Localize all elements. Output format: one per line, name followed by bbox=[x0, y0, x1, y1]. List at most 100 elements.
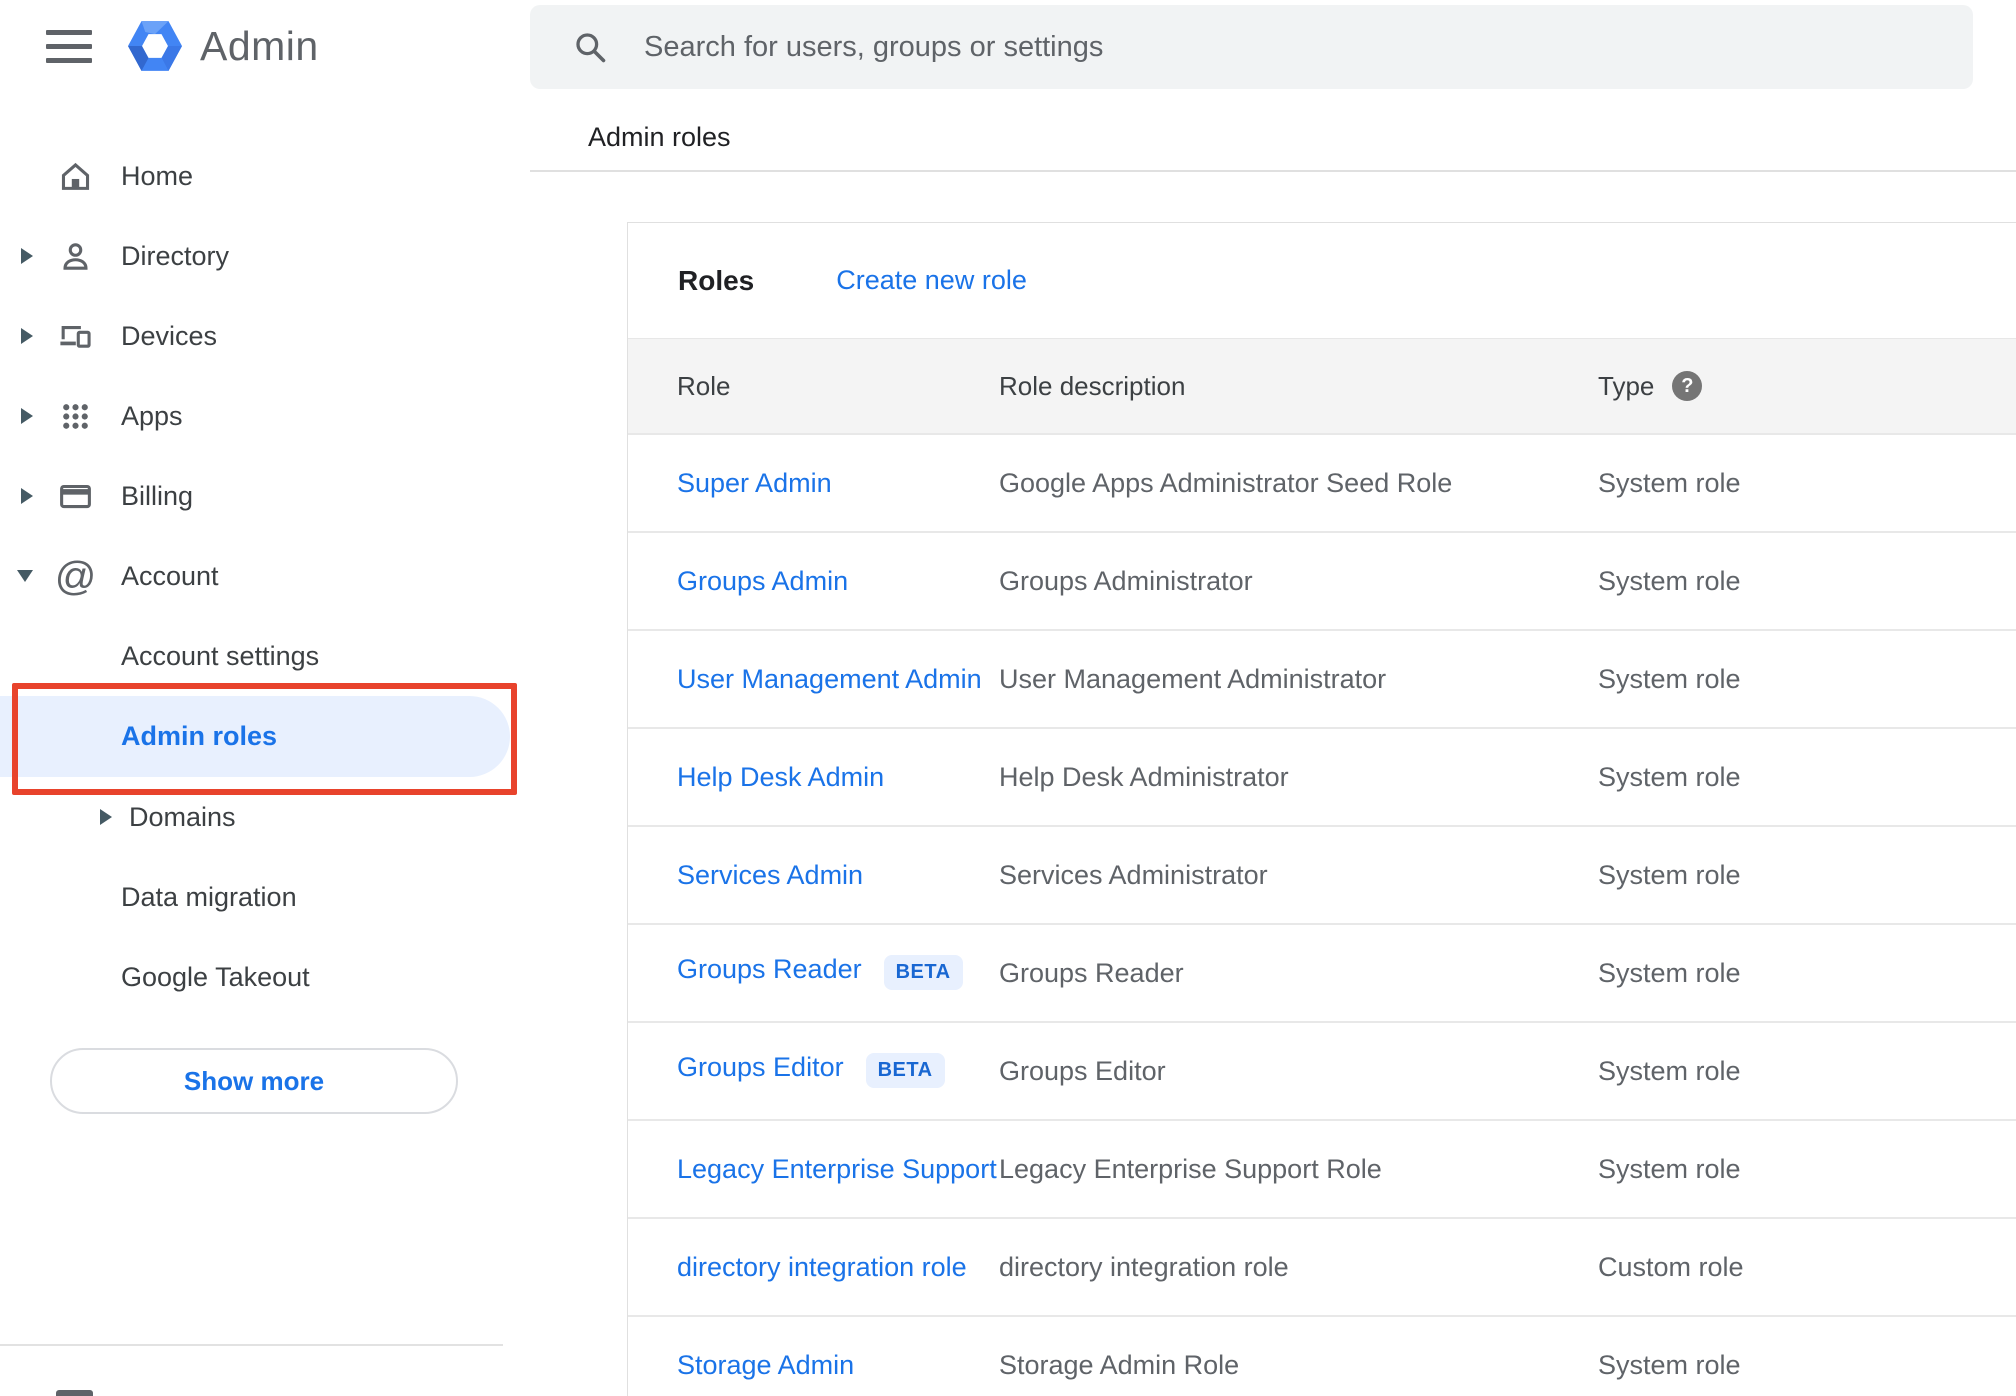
column-header-description: Role description bbox=[999, 370, 1186, 401]
role-link[interactable]: Legacy Enterprise Support bbox=[677, 1154, 997, 1184]
table-row: Storage Admin Storage Admin Role System … bbox=[628, 1315, 2016, 1396]
account-at-icon: @ bbox=[54, 552, 97, 599]
role-link[interactable]: Super Admin bbox=[677, 468, 832, 498]
sidebar-item-label: Directory bbox=[121, 240, 230, 271]
beta-badge: BETA bbox=[865, 1052, 945, 1088]
sidebar-item-admin-roles[interactable]: Admin roles bbox=[0, 696, 530, 777]
devices-icon bbox=[57, 318, 94, 355]
menu-icon[interactable] bbox=[46, 29, 92, 63]
sidebar-item-account-settings[interactable]: Account settings bbox=[0, 616, 530, 696]
app-title: Admin bbox=[200, 22, 319, 69]
role-description: Groups Administrator bbox=[999, 565, 1253, 596]
sidebar-item-label: Account bbox=[121, 560, 219, 591]
role-link[interactable]: User Management Admin bbox=[677, 664, 982, 694]
sidebar-item-billing[interactable]: Billing bbox=[0, 456, 530, 536]
table-row: Groups Reader BETA Groups Reader System r… bbox=[628, 923, 2016, 1021]
table-row: directory integration role directory int… bbox=[628, 1217, 2016, 1315]
role-link[interactable]: Help Desk Admin bbox=[677, 762, 884, 792]
role-link[interactable]: Services Admin bbox=[677, 860, 863, 890]
role-type: System role bbox=[1598, 761, 1741, 792]
role-type: Custom role bbox=[1598, 1251, 1744, 1282]
sidebar-item-label: Devices bbox=[121, 320, 218, 351]
expand-arrow-icon[interactable] bbox=[21, 328, 33, 344]
expand-arrow-icon[interactable] bbox=[100, 809, 112, 825]
table-row: User Management Admin User Management Ad… bbox=[628, 629, 2016, 727]
sidebar: Admin Home Directory Devices Apps Billin… bbox=[0, 0, 530, 1396]
search-bar[interactable] bbox=[530, 5, 1973, 89]
role-description: Legacy Enterprise Support Role bbox=[999, 1153, 1382, 1184]
role-description: Groups Editor bbox=[999, 1055, 1166, 1086]
sidebar-item-data-migration[interactable]: Data migration bbox=[0, 857, 530, 937]
role-type: System role bbox=[1598, 957, 1741, 988]
sidebar-item-label: Domains bbox=[129, 801, 236, 832]
role-description: User Management Administrator bbox=[999, 663, 1387, 694]
search-input[interactable] bbox=[644, 30, 1973, 64]
sidebar-item-directory[interactable]: Directory bbox=[0, 216, 530, 296]
column-header-type: Type bbox=[1598, 370, 1655, 401]
help-icon[interactable]: ? bbox=[1672, 371, 1703, 401]
search-icon bbox=[576, 33, 606, 63]
table-row: Help Desk Admin Help Desk Administrator … bbox=[628, 727, 2016, 825]
role-type: System role bbox=[1598, 1153, 1741, 1184]
role-link[interactable]: Groups Reader bbox=[677, 954, 862, 984]
billing-card-icon bbox=[57, 478, 94, 515]
role-type: System role bbox=[1598, 663, 1741, 694]
person-icon bbox=[57, 238, 94, 275]
role-description: Services Administrator bbox=[999, 859, 1268, 890]
sidebar-item-label: Apps bbox=[121, 400, 183, 431]
header-divider bbox=[530, 170, 2016, 172]
role-description: Storage Admin Role bbox=[999, 1349, 1240, 1380]
collapse-arrow-icon[interactable] bbox=[17, 570, 33, 582]
sidebar-item-label: Home bbox=[121, 160, 194, 191]
role-type: System role bbox=[1598, 1349, 1741, 1380]
role-link[interactable]: Groups Editor bbox=[677, 1052, 844, 1082]
admin-console-page: Admin Home Directory Devices Apps Billin… bbox=[0, 0, 2016, 1396]
sidebar-divider bbox=[0, 1344, 503, 1346]
sidebar-item-label: Account settings bbox=[121, 640, 320, 671]
show-more-button[interactable]: Show more bbox=[50, 1048, 458, 1114]
roles-card: Roles Create new role Role Role descript… bbox=[627, 222, 2016, 1396]
sidebar-item-google-takeout[interactable]: Google Takeout bbox=[0, 937, 530, 1017]
home-icon bbox=[57, 158, 94, 195]
expand-arrow-icon[interactable] bbox=[21, 248, 33, 264]
table-row: Super Admin Google Apps Administrator Se… bbox=[628, 433, 2016, 531]
sidebar-item-label: Admin roles bbox=[121, 721, 278, 751]
sidebar-nav: Home Directory Devices Apps Billing @ Ac… bbox=[0, 136, 530, 1017]
sidebar-item-label: Data migration bbox=[121, 881, 297, 912]
role-description: Help Desk Administrator bbox=[999, 761, 1289, 792]
sidebar-item-label: Google Takeout bbox=[121, 961, 310, 992]
sidebar-header: Admin bbox=[0, 14, 319, 78]
card-title: Roles bbox=[678, 264, 755, 296]
breadcrumb: Admin roles bbox=[588, 122, 731, 152]
partial-bottom-icon bbox=[56, 1390, 93, 1396]
expand-arrow-icon[interactable] bbox=[21, 408, 33, 424]
table-row: Groups Admin Groups Administrator System… bbox=[628, 531, 2016, 629]
role-description: Groups Reader bbox=[999, 957, 1184, 988]
sidebar-item-domains[interactable]: Domains bbox=[0, 777, 530, 857]
admin-logo-icon bbox=[128, 21, 182, 71]
sidebar-item-account[interactable]: @ Account bbox=[0, 536, 530, 616]
role-type: System role bbox=[1598, 467, 1741, 498]
sidebar-item-label: Billing bbox=[121, 480, 194, 511]
role-type: System role bbox=[1598, 565, 1741, 596]
role-description: directory integration role bbox=[999, 1251, 1289, 1282]
sidebar-item-apps[interactable]: Apps bbox=[0, 376, 530, 456]
role-description: Google Apps Administrator Seed Role bbox=[999, 467, 1453, 498]
role-link[interactable]: Groups Admin bbox=[677, 566, 848, 596]
role-type: System role bbox=[1598, 859, 1741, 890]
table-row: Services Admin Services Administrator Sy… bbox=[628, 825, 2016, 923]
column-header-role: Role bbox=[677, 370, 731, 401]
role-link[interactable]: directory integration role bbox=[677, 1252, 967, 1282]
beta-badge: BETA bbox=[883, 954, 963, 990]
table-row: Groups Editor BETA Groups Editor System r… bbox=[628, 1021, 2016, 1119]
sidebar-item-devices[interactable]: Devices bbox=[0, 296, 530, 376]
role-link[interactable]: Storage Admin bbox=[677, 1350, 854, 1380]
expand-arrow-icon[interactable] bbox=[21, 488, 33, 504]
apps-grid-icon bbox=[57, 398, 94, 435]
table-row: Legacy Enterprise Support Legacy Enterpr… bbox=[628, 1119, 2016, 1217]
sidebar-item-home[interactable]: Home bbox=[0, 136, 530, 216]
card-title-row: Roles Create new role bbox=[628, 223, 2016, 338]
create-new-role-link[interactable]: Create new role bbox=[836, 265, 1027, 296]
table-header-row: Role Role description Type ? bbox=[628, 338, 2016, 433]
role-type: System role bbox=[1598, 1055, 1741, 1086]
